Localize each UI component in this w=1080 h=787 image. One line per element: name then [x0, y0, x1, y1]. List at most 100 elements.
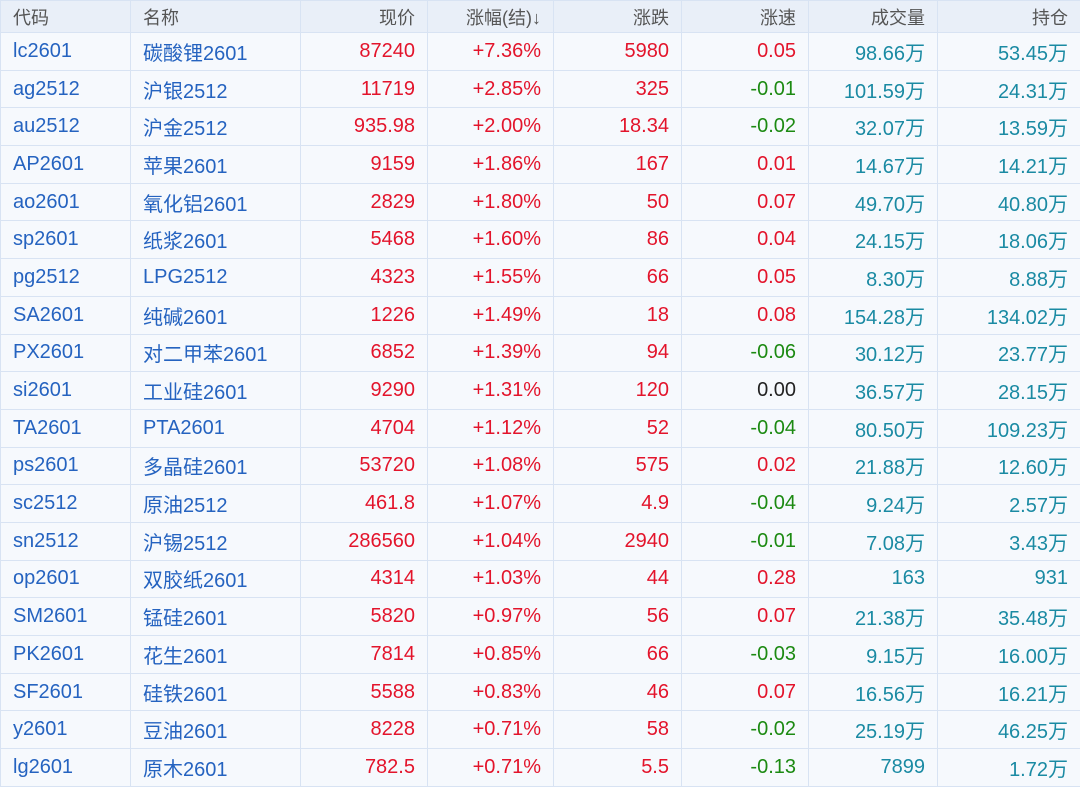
table-row[interactable]: SA2601纯碱26011226+1.49%180.08154.28万134.0… — [1, 296, 1080, 334]
cell-volume: 154.28万 — [809, 296, 938, 334]
cell-change: 58 — [554, 711, 682, 749]
cell-name: 纯碱2601 — [131, 296, 301, 334]
cell-change-pct: +1.08% — [428, 447, 554, 485]
cell-open-interest: 16.21万 — [938, 673, 1080, 711]
cell-code: PK2601 — [1, 636, 131, 674]
cell-price: 6852 — [301, 334, 428, 372]
cell-volume: 98.66万 — [809, 33, 938, 71]
cell-volume: 8.30万 — [809, 259, 938, 297]
cell-name: 沪银2512 — [131, 70, 301, 108]
cell-volume: 16.56万 — [809, 673, 938, 711]
table-row[interactable]: y2601豆油26018228+0.71%58-0.0225.19万46.25万 — [1, 711, 1080, 749]
cell-speed: 0.04 — [682, 221, 809, 259]
header-row: 代码名称现价涨幅(结)↓涨跌涨速成交量持仓 — [1, 1, 1080, 33]
cell-volume: 163 — [809, 560, 938, 598]
cell-price: 4314 — [301, 560, 428, 598]
cell-change: 167 — [554, 146, 682, 184]
cell-volume: 21.88万 — [809, 447, 938, 485]
column-header-change[interactable]: 涨跌 — [554, 1, 682, 33]
cell-open-interest: 134.02万 — [938, 296, 1080, 334]
cell-change: 575 — [554, 447, 682, 485]
cell-open-interest: 14.21万 — [938, 146, 1080, 184]
cell-change-pct: +1.04% — [428, 522, 554, 560]
table-row[interactable]: pg2512LPG25124323+1.55%660.058.30万8.88万 — [1, 259, 1080, 297]
cell-code: sc2512 — [1, 485, 131, 523]
cell-volume: 9.24万 — [809, 485, 938, 523]
cell-speed: -0.04 — [682, 485, 809, 523]
column-header-change-pct[interactable]: 涨幅(结)↓ — [428, 1, 554, 33]
table-row[interactable]: si2601工业硅26019290+1.31%1200.0036.57万28.1… — [1, 372, 1080, 410]
cell-price: 1226 — [301, 296, 428, 334]
cell-change-pct: +1.60% — [428, 221, 554, 259]
cell-name: 硅铁2601 — [131, 673, 301, 711]
cell-speed: 0.07 — [682, 598, 809, 636]
cell-change: 2940 — [554, 522, 682, 560]
cell-name: PTA2601 — [131, 409, 301, 447]
cell-change-pct: +1.80% — [428, 183, 554, 221]
cell-open-interest: 8.88万 — [938, 259, 1080, 297]
cell-code: pg2512 — [1, 259, 131, 297]
table-row[interactable]: SM2601锰硅26015820+0.97%560.0721.38万35.48万 — [1, 598, 1080, 636]
cell-code: y2601 — [1, 711, 131, 749]
cell-open-interest: 53.45万 — [938, 33, 1080, 71]
cell-change: 4.9 — [554, 485, 682, 523]
cell-price: 11719 — [301, 70, 428, 108]
cell-volume: 32.07万 — [809, 108, 938, 146]
cell-name: 对二甲苯2601 — [131, 334, 301, 372]
column-header-open-interest[interactable]: 持仓 — [938, 1, 1080, 33]
table-row[interactable]: AP2601苹果26019159+1.86%1670.0114.67万14.21… — [1, 146, 1080, 184]
table-row[interactable]: sc2512原油2512461.8+1.07%4.9-0.049.24万2.57… — [1, 485, 1080, 523]
cell-change-pct: +2.00% — [428, 108, 554, 146]
table-row[interactable]: sp2601纸浆26015468+1.60%860.0424.15万18.06万 — [1, 221, 1080, 259]
table-row[interactable]: sn2512沪锡2512286560+1.04%2940-0.017.08万3.… — [1, 522, 1080, 560]
cell-change-pct: +0.71% — [428, 711, 554, 749]
table-row[interactable]: SF2601硅铁26015588+0.83%460.0716.56万16.21万 — [1, 673, 1080, 711]
cell-price: 9290 — [301, 372, 428, 410]
cell-change-pct: +0.85% — [428, 636, 554, 674]
cell-open-interest: 18.06万 — [938, 221, 1080, 259]
cell-change: 46 — [554, 673, 682, 711]
table-row[interactable]: lc2601碳酸锂260187240+7.36%59800.0598.66万53… — [1, 33, 1080, 71]
cell-price: 8228 — [301, 711, 428, 749]
cell-change-pct: +1.55% — [428, 259, 554, 297]
cell-speed: 0.05 — [682, 33, 809, 71]
cell-code: op2601 — [1, 560, 131, 598]
cell-speed: -0.04 — [682, 409, 809, 447]
cell-change: 5980 — [554, 33, 682, 71]
table-row[interactable]: PX2601对二甲苯26016852+1.39%94-0.0630.12万23.… — [1, 334, 1080, 372]
cell-speed: 0.01 — [682, 146, 809, 184]
cell-name: 花生2601 — [131, 636, 301, 674]
table-row[interactable]: TA2601PTA26014704+1.12%52-0.0480.50万109.… — [1, 409, 1080, 447]
cell-price: 782.5 — [301, 749, 428, 787]
cell-price: 4704 — [301, 409, 428, 447]
cell-price: 5588 — [301, 673, 428, 711]
cell-volume: 7.08万 — [809, 522, 938, 560]
cell-speed: 0.05 — [682, 259, 809, 297]
cell-name: 豆油2601 — [131, 711, 301, 749]
cell-change-pct: +2.85% — [428, 70, 554, 108]
table-row[interactable]: au2512沪金2512935.98+2.00%18.34-0.0232.07万… — [1, 108, 1080, 146]
cell-code: SM2601 — [1, 598, 131, 636]
table-row[interactable]: op2601双胶纸26014314+1.03%440.28163931 — [1, 560, 1080, 598]
cell-speed: -0.01 — [682, 522, 809, 560]
cell-open-interest: 35.48万 — [938, 598, 1080, 636]
cell-open-interest: 23.77万 — [938, 334, 1080, 372]
cell-speed: -0.02 — [682, 711, 809, 749]
table-row[interactable]: PK2601花生26017814+0.85%66-0.039.15万16.00万 — [1, 636, 1080, 674]
cell-price: 2829 — [301, 183, 428, 221]
column-header-volume[interactable]: 成交量 — [809, 1, 938, 33]
table-row[interactable]: lg2601原木2601782.5+0.71%5.5-0.1378991.72万 — [1, 749, 1080, 787]
cell-volume: 30.12万 — [809, 334, 938, 372]
table-row[interactable]: ao2601氧化铝26012829+1.80%500.0749.70万40.80… — [1, 183, 1080, 221]
column-header-speed[interactable]: 涨速 — [682, 1, 809, 33]
cell-change: 66 — [554, 636, 682, 674]
column-header-price[interactable]: 现价 — [301, 1, 428, 33]
table-row[interactable]: ag2512沪银251211719+2.85%325-0.01101.59万24… — [1, 70, 1080, 108]
cell-code: TA2601 — [1, 409, 131, 447]
table-row[interactable]: ps2601多晶硅260153720+1.08%5750.0221.88万12.… — [1, 447, 1080, 485]
cell-name: 沪锡2512 — [131, 522, 301, 560]
cell-change-pct: +0.83% — [428, 673, 554, 711]
column-header-name[interactable]: 名称 — [131, 1, 301, 33]
cell-volume: 80.50万 — [809, 409, 938, 447]
column-header-code[interactable]: 代码 — [1, 1, 131, 33]
